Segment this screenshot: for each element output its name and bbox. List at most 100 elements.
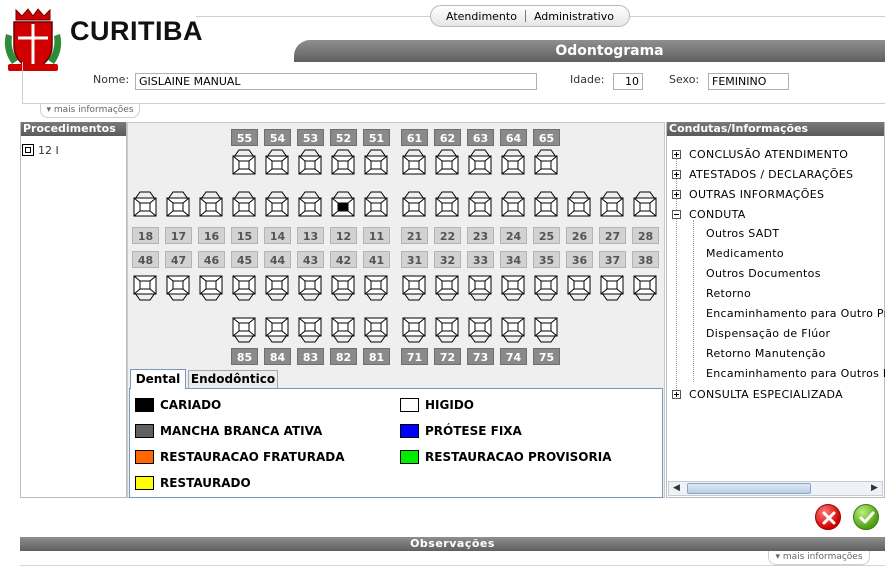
tooth-37[interactable] <box>599 268 625 302</box>
tree-leaf-item[interactable]: Encaminhamento para Outros P <box>706 367 885 381</box>
top-navigation: Atendimento Administrativo <box>430 5 630 27</box>
tree-leaf-item[interactable]: Medicamento <box>706 247 784 261</box>
collapse-icon[interactable] <box>672 209 681 219</box>
tooth-14[interactable] <box>264 190 290 224</box>
tooth-62[interactable] <box>434 148 460 182</box>
tree-leaf-item[interactable]: Outros Documentos <box>706 267 821 281</box>
tooth-48[interactable] <box>132 268 158 302</box>
tooth-27[interactable] <box>599 190 625 224</box>
tooth-82[interactable] <box>330 310 356 344</box>
expand-icon[interactable] <box>672 149 681 159</box>
tooth-34[interactable] <box>500 268 526 302</box>
tooth-number-54: 54 <box>264 129 291 146</box>
tab-endodontico[interactable]: Endodôntico <box>188 370 278 388</box>
expand-icon[interactable] <box>672 389 681 399</box>
tooth-46[interactable] <box>198 268 224 302</box>
tooth-38[interactable] <box>632 268 658 302</box>
tooth-61[interactable] <box>401 148 427 182</box>
tooth-number-21: 21 <box>401 227 428 244</box>
tooth-42[interactable] <box>330 268 356 302</box>
tooth-number-27: 27 <box>599 227 626 244</box>
tooth-12[interactable] <box>330 190 356 224</box>
tooth-44[interactable] <box>264 268 290 302</box>
tooth-54[interactable] <box>264 148 290 182</box>
legend-label: PRÓTESE FIXA <box>425 424 522 438</box>
tooth-36[interactable] <box>566 268 592 302</box>
tree-leaf-item[interactable]: Outros SADT <box>706 227 779 241</box>
tooth-number-85: 85 <box>231 348 258 365</box>
horizontal-scrollbar[interactable]: ◀ ▶ <box>668 481 883 496</box>
tooth-number-55: 55 <box>231 129 258 146</box>
tooth-83[interactable] <box>297 310 323 344</box>
tree-node[interactable]: CONSULTA ESPECIALIZADA <box>672 387 843 401</box>
scroll-thumb[interactable] <box>687 483 811 494</box>
more-info-toggle-bottom[interactable]: ▾ mais informações <box>768 551 870 565</box>
tooth-18[interactable] <box>132 190 158 224</box>
tree-node[interactable]: ATESTADOS / DECLARAÇÕES <box>672 167 853 181</box>
tooth-81[interactable] <box>363 310 389 344</box>
tooth-74[interactable] <box>500 310 526 344</box>
tooth-number-46: 46 <box>198 251 225 268</box>
tooth-53[interactable] <box>297 148 323 182</box>
tooth-65[interactable] <box>533 148 559 182</box>
tooth-35[interactable] <box>533 268 559 302</box>
tooth-47[interactable] <box>165 268 191 302</box>
nav-administrativo-link[interactable]: Administrativo <box>526 10 622 23</box>
tree-leaf-item[interactable]: Retorno <box>706 287 751 301</box>
tree-node[interactable]: CONDUTA <box>672 207 746 221</box>
tooth-28[interactable] <box>632 190 658 224</box>
tooth-22[interactable] <box>434 190 460 224</box>
patient-name-field[interactable]: GISLAINE MANUAL <box>135 73 537 90</box>
confirm-button[interactable] <box>853 504 879 530</box>
scroll-left-icon[interactable]: ◀ <box>670 483 683 494</box>
tab-dental[interactable]: Dental <box>130 369 186 389</box>
nav-atendimento-link[interactable]: Atendimento <box>438 10 525 23</box>
scroll-right-icon[interactable]: ▶ <box>868 483 881 494</box>
tooth-63[interactable] <box>467 148 493 182</box>
tooth-number-13: 13 <box>297 227 324 244</box>
tooth-26[interactable] <box>566 190 592 224</box>
tooth-32[interactable] <box>434 268 460 302</box>
tooth-41[interactable] <box>363 268 389 302</box>
tree-node[interactable]: CONCLUSÃO ATENDIMENTO <box>672 147 848 161</box>
tree-leaf-item[interactable]: Retorno Manutenção <box>706 347 826 361</box>
tooth-43[interactable] <box>297 268 323 302</box>
observacoes-bar[interactable]: Observações <box>20 537 885 551</box>
tooth-51[interactable] <box>363 148 389 182</box>
patient-sex-field[interactable]: FEMININO <box>708 73 789 90</box>
tooth-21[interactable] <box>401 190 427 224</box>
tooth-52[interactable] <box>330 148 356 182</box>
tooth-45[interactable] <box>231 268 257 302</box>
tree-node[interactable]: OUTRAS INFORMAÇÕES <box>672 187 824 201</box>
tooth-31[interactable] <box>401 268 427 302</box>
tooth-23[interactable] <box>467 190 493 224</box>
tooth-84[interactable] <box>264 310 290 344</box>
tooth-72[interactable] <box>434 310 460 344</box>
tooth-11[interactable] <box>363 190 389 224</box>
expand-icon[interactable] <box>672 169 681 179</box>
procedimento-item[interactable]: 12 I <box>22 142 59 158</box>
tooth-75[interactable] <box>533 310 559 344</box>
tree-guide-line <box>693 220 694 382</box>
tree-leaf-item[interactable]: Dispensação de Flúor <box>706 327 830 341</box>
tooth-73[interactable] <box>467 310 493 344</box>
tooth-64[interactable] <box>500 148 526 182</box>
tooth-25[interactable] <box>533 190 559 224</box>
more-info-toggle[interactable]: ▾ mais informações <box>40 104 140 118</box>
tooth-16[interactable] <box>198 190 224 224</box>
tooth-17[interactable] <box>165 190 191 224</box>
tree-leaf-item[interactable]: Encaminhamento para Outro Pr <box>706 307 885 321</box>
tooth-13[interactable] <box>297 190 323 224</box>
tooth-55[interactable] <box>231 148 257 182</box>
patient-age-field[interactable]: 10 <box>613 73 643 90</box>
tooth-85[interactable] <box>231 310 257 344</box>
expand-icon[interactable] <box>672 189 681 199</box>
cancel-button[interactable] <box>815 504 841 530</box>
legend-item: HIGIDO <box>400 398 474 412</box>
procedimentos-panel: Procedimentos <box>20 122 127 498</box>
tooth-24[interactable] <box>500 190 526 224</box>
tooth-15[interactable] <box>231 190 257 224</box>
tooth-number-74: 74 <box>500 348 527 365</box>
tooth-33[interactable] <box>467 268 493 302</box>
tooth-71[interactable] <box>401 310 427 344</box>
